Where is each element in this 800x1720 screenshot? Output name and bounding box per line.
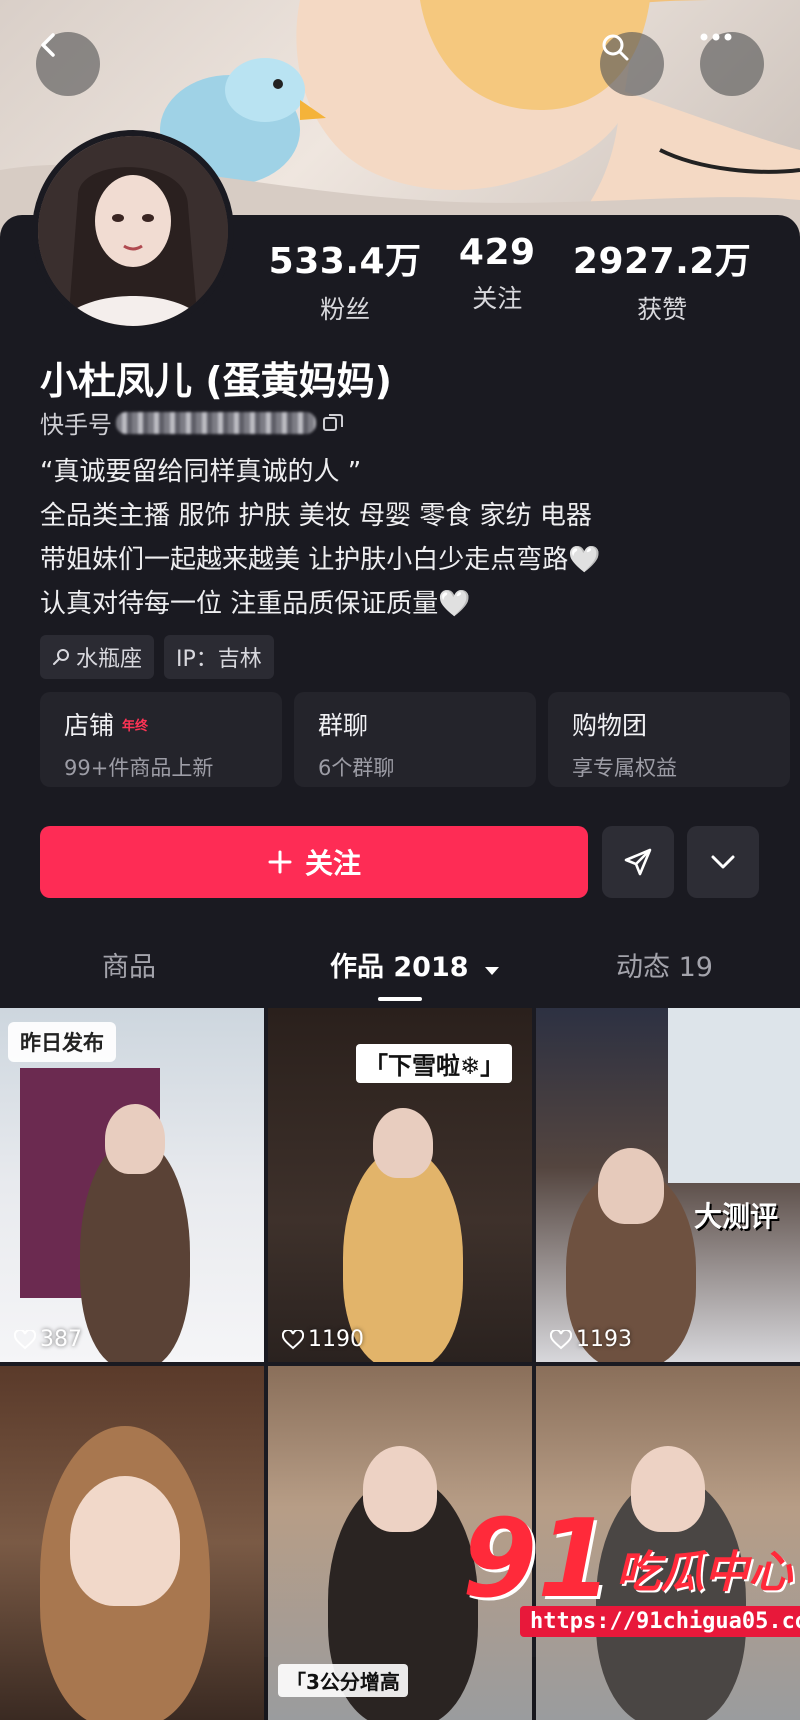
avatar-photo [38,136,228,326]
tab-products[interactable]: 商品 [102,945,156,984]
watermark-url: https://91chigua05.com [520,1606,800,1637]
redacted-id [116,411,316,434]
feature-cards: 店铺 年终 99+件商品上新 群聊 6个群聊 购物团 享专属权益 [40,692,790,787]
card-title: 群聊 [318,711,369,740]
profile-stats: 533.4万 粉丝 429 关注 2927.2万 获赞 [250,232,770,326]
back-button[interactable] [36,32,100,96]
person-face [373,1108,433,1178]
plus-icon [268,850,292,874]
heart-icon [282,1329,304,1349]
profile-name: 小杜凤儿 (蛋黄妈妈) [40,359,392,403]
more-button[interactable] [700,32,764,96]
bio-line: 认真对待每一位 注重品质保证质量🤍 [40,589,471,619]
send-icon [624,848,652,876]
chevron-down-icon [711,855,735,869]
card-subtitle: 6个群聊 [318,756,395,780]
stat-likes[interactable]: 2927.2万 获赞 [573,232,751,326]
shopping-group-card[interactable]: 购物团 享专属权益 [548,692,790,787]
year-end-badge: 年终 [122,718,149,734]
search-button[interactable] [600,32,664,96]
share-button[interactable] [602,826,674,898]
card-title: 店铺 [64,711,115,740]
likes-count: 1190 [308,1327,364,1352]
tag-label: 水瓶座 [76,647,143,672]
stat-following[interactable]: 429 关注 [459,232,536,326]
zodiac-icon [53,649,69,665]
stat-value: 429 [458,232,536,273]
watermark-logo: 91 [462,1497,613,1622]
stat-value: 2927.2万 [572,241,752,282]
more-dots-icon [700,33,732,41]
id-label: 快手号 [40,411,112,439]
follow-button[interactable]: 关注 [40,826,588,898]
store-card[interactable]: 店铺 年终 99+件商品上新 [40,692,282,787]
stat-label: 关注 [472,284,523,313]
stat-label: 粉丝 [320,295,371,324]
bio-line: 带姐妹们一起越来越美 让护肤小白少走点弯路🤍 [40,545,601,575]
person-face [363,1446,437,1532]
search-icon [602,34,629,61]
site-watermark: 91 吃瓜中心 https://91chigua05.com [462,1497,800,1637]
chevron-left-icon [41,33,55,57]
active-tab-indicator [378,997,422,1001]
collage-photo [668,1008,800,1183]
video-caption: 大测评 [694,1200,779,1233]
tag-zodiac: 水瓶座 [40,635,155,679]
video-likes: 1190 [282,1327,364,1352]
heart-icon [550,1329,572,1349]
watermark-text: 吃瓜中心 [616,1547,793,1598]
bio-line: 全品类主播 服饰 护肤 美妆 母婴 零食 家纺 电器 [40,501,592,531]
video-caption: 「3公分增高 [278,1664,408,1697]
video-thumbnail[interactable]: 「下雪啦❄」 1190 [268,1008,532,1362]
likes-count: 387 [40,1327,82,1352]
group-chat-card[interactable]: 群聊 6个群聊 [294,692,536,787]
video-likes: 387 [14,1327,82,1352]
video-thumbnail[interactable]: 昨日发布 387 [0,1008,264,1362]
person-face [70,1476,180,1606]
card-subtitle: 享专属权益 [572,756,677,780]
tag-label: IP：吉林 [176,647,262,672]
tab-works[interactable]: 作品 2018 [330,945,500,984]
person-face [598,1148,664,1224]
profile-bio: “真诚要留给同样真诚的人 ” 全品类主播 服饰 护肤 美妆 母婴 零食 家纺 电… [40,450,601,626]
caret-down-icon [484,967,499,975]
likes-count: 1193 [576,1327,632,1352]
stat-followers[interactable]: 533.4万 粉丝 [269,232,422,326]
avatar[interactable] [32,130,234,332]
tab-label: 作品 2018 [330,952,469,983]
tab-moments[interactable]: 动态 19 [616,945,713,984]
card-title: 购物团 [572,711,648,740]
stat-label: 获赞 [637,295,688,324]
posted-yesterday-badge: 昨日发布 [8,1022,116,1062]
expand-button[interactable] [687,826,759,898]
video-thumbnail[interactable]: 大测评 1193 [536,1008,800,1362]
person-face [105,1104,165,1174]
video-caption: 「下雪啦❄」 [356,1044,513,1083]
video-likes: 1193 [550,1327,632,1352]
bio-line: “真诚要留给同样真诚的人 ” [40,457,362,487]
profile-tabs: 商品 作品 2018 动态 19 [0,945,800,1005]
video-thumbnail[interactable] [0,1366,264,1720]
heart-icon [14,1329,36,1349]
copy-icon[interactable] [322,412,344,434]
stat-value: 533.4万 [268,241,422,282]
kuaishou-id: 快手号 [40,405,344,440]
profile-tags: 水瓶座 IP：吉林 [40,635,274,679]
tag-ip: IP：吉林 [164,635,274,679]
card-subtitle: 99+件商品上新 [64,756,214,780]
follow-label: 关注 [304,847,361,880]
